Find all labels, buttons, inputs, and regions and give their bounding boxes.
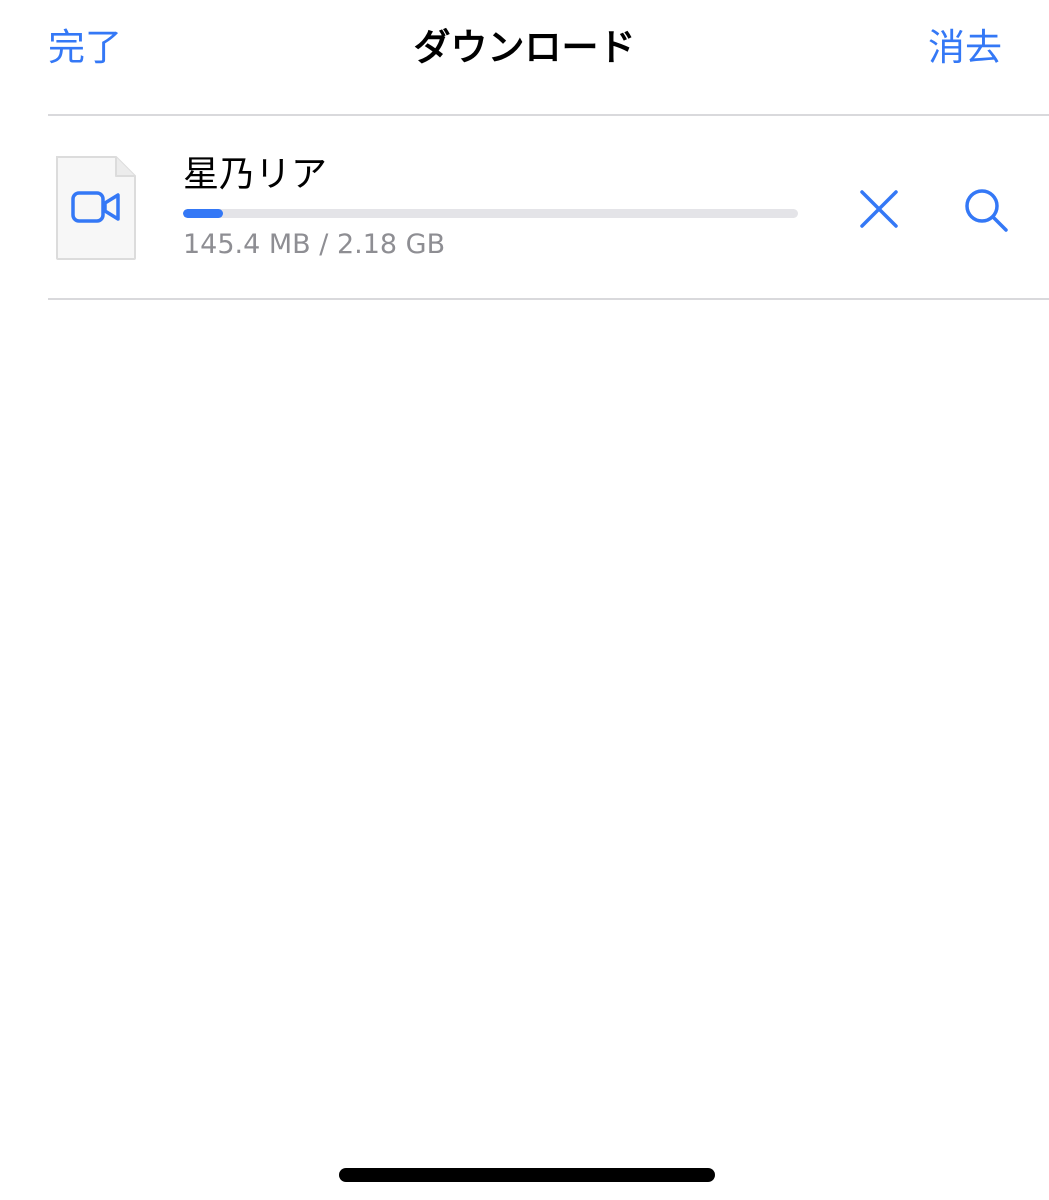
clear-button[interactable]: 消去 [928, 24, 1002, 72]
divider [48, 298, 1049, 300]
navigation-bar: 完了 ダウンロード 消去 [0, 0, 1049, 115]
divider [48, 114, 1049, 116]
download-size-text: 145.4 MB / 2.18 GB [183, 229, 446, 260]
show-in-finder-button[interactable] [956, 180, 1016, 240]
cancel-download-button[interactable] [852, 182, 906, 236]
page-title: ダウンロード [413, 26, 636, 69]
download-progress-fill [183, 209, 223, 218]
close-icon [860, 190, 898, 228]
download-progress-bar [183, 209, 798, 218]
video-file-icon [54, 154, 138, 262]
search-icon [965, 189, 1008, 232]
home-indicator[interactable] [339, 1168, 715, 1182]
download-file-name: 星乃リア [183, 154, 328, 195]
